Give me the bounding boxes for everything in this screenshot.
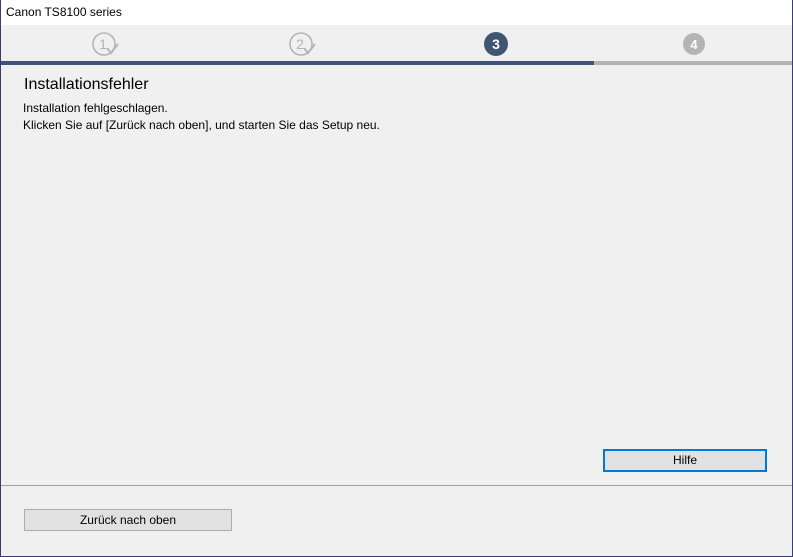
step-1-done-icon: 1 [92,32,119,58]
error-message-line-1: Installation fehlgeschlagen. [23,101,168,115]
footer-divider [1,485,792,486]
window-title: Canon TS8100 series [6,5,122,19]
step-2-done-icon: 2 [289,32,316,58]
step-3-current-icon: 3 [484,32,510,58]
help-button[interactable]: Hilfe [603,449,767,472]
step-4-label: 4 [690,37,698,52]
step-4-pending-icon: 4 [682,32,708,58]
back-to-top-button[interactable]: Zurück nach oben [24,509,232,531]
step-3-label: 3 [492,36,500,52]
step-2-label: 2 [296,36,304,52]
error-message-line-2: Klicken Sie auf [Zurück nach oben], und … [23,118,380,132]
step-1-label: 1 [99,36,107,52]
content-panel: Installationsfehler Installation fehlges… [1,65,792,485]
page-title: Installationsfehler [24,76,149,93]
title-bar[interactable]: Canon TS8100 series [1,0,792,25]
installer-window: Canon TS8100 series 1 2 3 4 Installation… [0,0,793,557]
step-indicator: 1 2 3 4 [1,25,792,66]
